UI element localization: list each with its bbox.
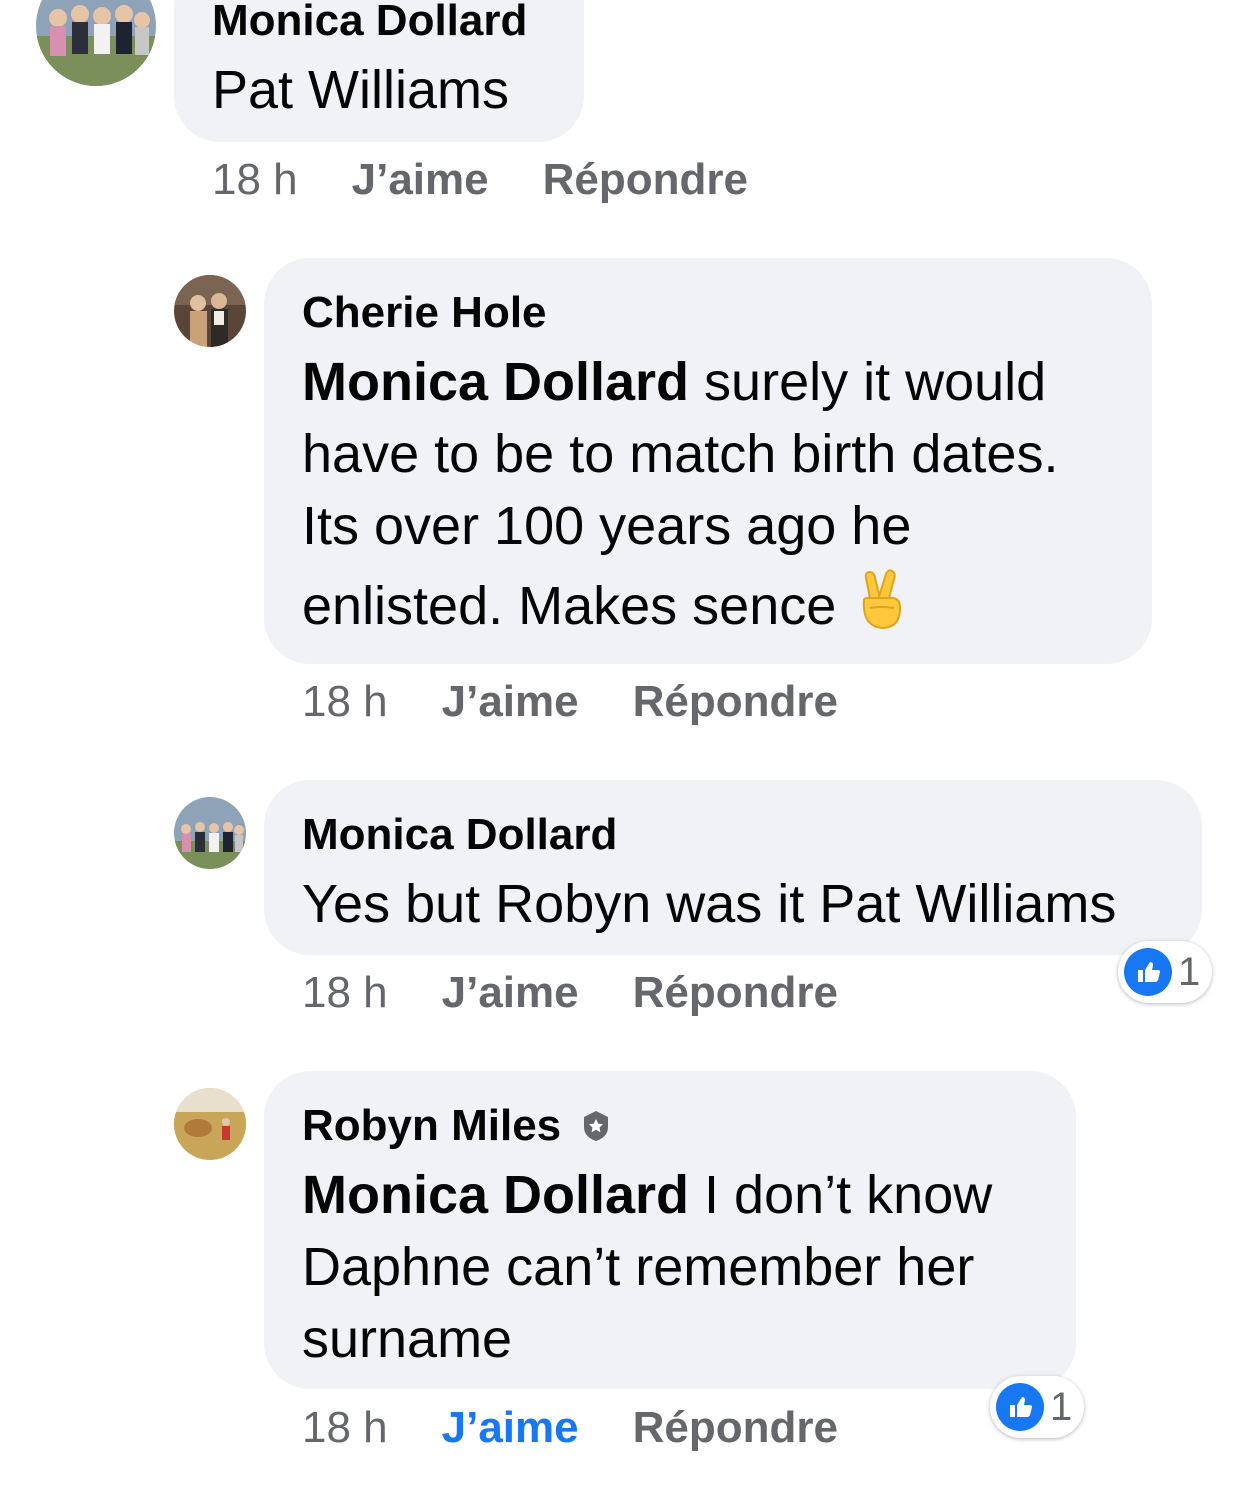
comment-timestamp[interactable]: 18 h <box>302 1403 388 1453</box>
avatar[interactable] <box>174 797 246 869</box>
field-photo-icon <box>174 1088 246 1160</box>
comment-timestamp[interactable]: 18 h <box>302 677 388 727</box>
comment-line: Daphne can’t remember her <box>302 1237 975 1297</box>
like-link[interactable]: J’aime <box>352 155 489 205</box>
like-link[interactable]: J’aime <box>442 677 579 727</box>
reaction-summary[interactable]: 1 <box>1118 941 1213 1003</box>
reply-link[interactable]: Répondre <box>633 968 838 1018</box>
avatar[interactable] <box>174 275 246 347</box>
comment-author[interactable]: Robyn Miles <box>302 1101 613 1151</box>
reaction-count: 1 <box>1178 949 1201 994</box>
mention-link[interactable]: Monica Dollard <box>302 1165 689 1225</box>
comment-actions: 18 h J’aime Répondre <box>212 155 748 205</box>
comment-actions: 18 h J’aime Répondre <box>302 677 838 727</box>
crossed-fingers-emoji <box>856 568 908 632</box>
comment-actions: 18 h J’aime Répondre <box>302 968 838 1018</box>
comment-text: Pat Williams <box>212 54 509 126</box>
comment-line: have to be to match birth dates. <box>302 424 1059 484</box>
author-name[interactable]: Robyn Miles <box>302 1101 561 1151</box>
comment-timestamp[interactable]: 18 h <box>212 155 298 205</box>
reaction-count: 1 <box>1050 1384 1073 1429</box>
comment-author[interactable]: Monica Dollard <box>212 0 527 46</box>
author-name[interactable]: Monica Dollard <box>302 810 617 860</box>
avatar[interactable] <box>174 1088 246 1160</box>
reply-link[interactable]: Répondre <box>633 677 838 727</box>
thumbs-up-icon <box>996 1383 1044 1431</box>
couple-photo-icon <box>174 275 246 347</box>
group-photo-icon <box>36 0 156 86</box>
group-photo-icon <box>174 797 246 869</box>
like-link[interactable]: J’aime <box>442 968 579 1018</box>
comment-timestamp[interactable]: 18 h <box>302 968 388 1018</box>
author-name[interactable]: Monica Dollard <box>212 0 527 46</box>
comment-author[interactable]: Monica Dollard <box>302 810 617 860</box>
reply-link[interactable]: Répondre <box>543 155 748 205</box>
comment-text: Monica Dollard I don’t know Daphne can’t… <box>302 1159 992 1375</box>
comment-line: Yes but Robyn was it Pat Williams <box>302 874 1117 934</box>
comment-line: Monica Dollard surely it would <box>302 352 1047 412</box>
comment-line: Its over 100 years ago he <box>302 496 912 556</box>
comment-text: Monica Dollard surely it would have to b… <box>302 346 1058 640</box>
reaction-summary[interactable]: 1 <box>990 1376 1085 1438</box>
comment-line: enlisted. Makes sence <box>302 568 1058 640</box>
top-fan-badge-icon[interactable] <box>579 1109 613 1143</box>
comment-text: Yes but Robyn was it Pat Williams <box>302 868 1116 940</box>
comment-line: Monica Dollard I don’t know <box>302 1165 993 1225</box>
comment-thread: Monica Dollard Pat Williams 18 h J’aime … <box>0 0 1241 1504</box>
avatar[interactable] <box>36 0 156 86</box>
reply-link[interactable]: Répondre <box>633 1403 838 1453</box>
comment-author[interactable]: Cherie Hole <box>302 288 547 338</box>
author-name[interactable]: Cherie Hole <box>302 288 547 338</box>
like-link[interactable]: J’aime <box>442 1403 579 1453</box>
mention-link[interactable]: Monica Dollard <box>302 352 689 412</box>
comment-actions: 18 h J’aime Répondre <box>302 1403 838 1453</box>
comment-line: surname <box>302 1309 513 1369</box>
thumbs-up-icon <box>1124 948 1172 996</box>
comment-line: Pat Williams <box>212 60 510 120</box>
